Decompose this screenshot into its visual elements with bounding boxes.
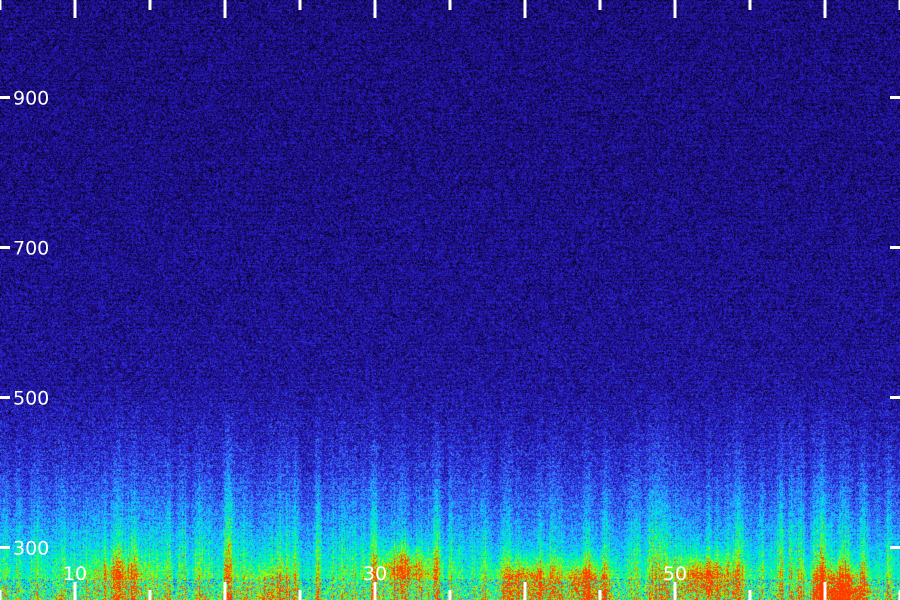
x-tick-label-10: 10 bbox=[63, 563, 87, 585]
x-tick-label-30: 30 bbox=[363, 563, 387, 585]
y-tick-label-900: 900 bbox=[13, 88, 49, 110]
y-tick-label-700: 700 bbox=[13, 238, 49, 260]
axes-overlay: 10 30 50 300 500 700 900 bbox=[0, 0, 900, 600]
y-tick-label-300: 300 bbox=[13, 538, 49, 560]
x-axis-ticks: 10 30 50 bbox=[0, 0, 900, 600]
y-tick-label-500: 500 bbox=[13, 388, 49, 410]
spectrogram-plot: 10 30 50 300 500 700 900 bbox=[0, 0, 900, 600]
y-axis-ticks: 300 500 700 900 bbox=[0, 88, 900, 560]
x-tick-label-50: 50 bbox=[663, 563, 687, 585]
